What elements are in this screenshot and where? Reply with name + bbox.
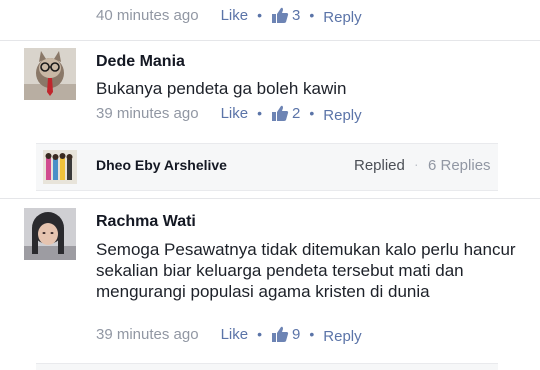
comment-time: 39 minutes ago bbox=[96, 104, 199, 122]
separator-dot: • bbox=[257, 105, 263, 121]
comment-meta-row: 40 minutes ago Like • 3 • Reply bbox=[96, 5, 362, 26]
reply-link[interactable]: Reply bbox=[323, 107, 361, 124]
comment-author[interactable]: Rachma Wati bbox=[96, 213, 196, 231]
avatar[interactable] bbox=[24, 48, 76, 100]
thumbs-up-icon bbox=[272, 326, 289, 342]
comment-text: Semoga Pesawatnya tidak ditemukan kalo p… bbox=[96, 240, 516, 301]
reply-link[interactable]: Reply bbox=[323, 9, 361, 26]
separator-dot: • bbox=[309, 105, 315, 121]
like-count[interactable]: 3 bbox=[292, 7, 300, 24]
separator-dot: · bbox=[414, 156, 419, 172]
comment-meta-row: 39 minutes ago Like • 2 • Reply bbox=[96, 103, 362, 124]
reply-preview[interactable]: Dheo Eby Arshelive Replied · 6 Replies bbox=[36, 143, 498, 191]
thumbs-up-icon bbox=[272, 105, 289, 121]
comment-author[interactable]: Dede Mania bbox=[96, 53, 185, 71]
like-link[interactable]: Like bbox=[221, 105, 249, 122]
like-count[interactable]: 9 bbox=[292, 326, 300, 343]
separator-dot: • bbox=[257, 326, 263, 342]
thumbs-up-icon bbox=[272, 7, 289, 23]
comment-time: 40 minutes ago bbox=[96, 6, 199, 24]
divider bbox=[0, 198, 540, 199]
like-link[interactable]: Like bbox=[221, 7, 249, 24]
reply-link[interactable]: Reply bbox=[323, 328, 361, 345]
avatar[interactable] bbox=[43, 150, 77, 184]
reply-author[interactable]: Dheo Eby Arshelive bbox=[96, 157, 227, 173]
separator-dot: • bbox=[309, 326, 315, 342]
replies-count-link[interactable]: 6 Replies bbox=[428, 157, 491, 174]
avatar[interactable] bbox=[24, 208, 76, 260]
like-link[interactable]: Like bbox=[221, 326, 249, 343]
comment-meta-row: 39 minutes ago Like • 9 • Reply bbox=[96, 324, 362, 345]
comment-text: Bukanya pendeta ga boleh kawin bbox=[96, 79, 347, 98]
replied-label: Replied bbox=[354, 157, 405, 174]
separator-dot: • bbox=[309, 7, 315, 23]
divider bbox=[0, 40, 540, 41]
comment-time: 39 minutes ago bbox=[96, 325, 199, 343]
like-count[interactable]: 2 bbox=[292, 105, 300, 122]
separator-dot: • bbox=[257, 7, 263, 23]
